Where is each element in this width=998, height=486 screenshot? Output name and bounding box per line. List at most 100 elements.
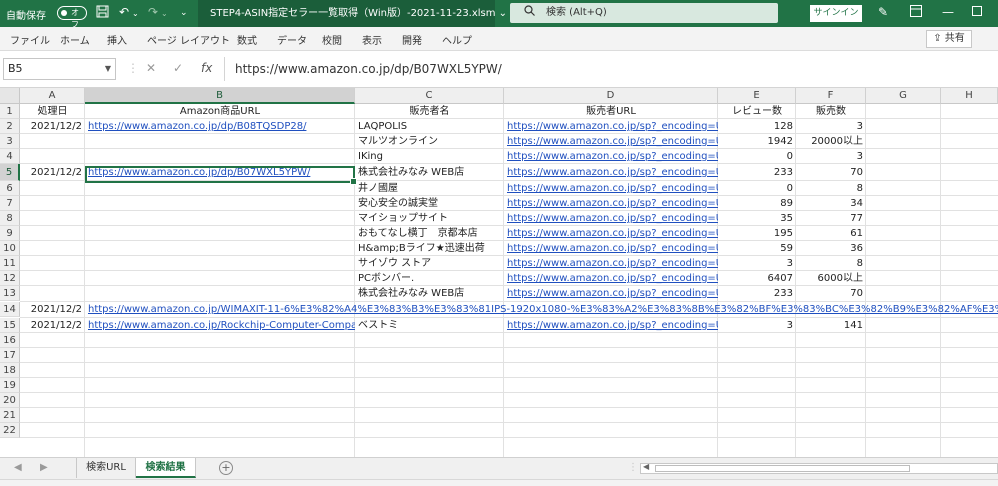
minimize-icon[interactable]: — <box>942 5 954 19</box>
cell-d7[interactable]: https://www.amazon.co.jp/sp?_encoding=UT… <box>504 196 718 211</box>
cell-c10[interactable]: H&amp;Bライフ★迅速出荷 <box>355 241 504 256</box>
customize-toolbar-icon[interactable]: ⌄ <box>180 8 188 18</box>
horizontal-scrollbar[interactable]: ◀ <box>640 462 998 474</box>
scroll-left-icon[interactable]: ◀ <box>643 462 649 471</box>
cell-e3[interactable]: 1942 <box>718 134 796 149</box>
cell-f13[interactable]: 70 <box>796 286 866 301</box>
cell-c4[interactable]: IKing <box>355 149 504 164</box>
cell-e1[interactable]: レビュー数 <box>718 104 796 119</box>
scrollbar-thumb[interactable] <box>655 465 910 472</box>
row-header[interactable]: 10 <box>0 241 20 256</box>
name-box[interactable]: B5 ▼ <box>3 58 116 80</box>
row-header[interactable]: 11 <box>0 256 20 271</box>
document-title[interactable]: STEP4-ASIN指定セラー一覧取得（Win版）-2021-11-23.xls… <box>198 0 507 27</box>
cell-a14[interactable]: 2021/12/2 <box>20 302 85 317</box>
column-header-d[interactable]: D <box>504 88 718 104</box>
cell-a1[interactable]: 処理日 <box>20 104 85 119</box>
cell-e9[interactable]: 195 <box>718 226 796 241</box>
cell-d10[interactable]: https://www.amazon.co.jp/sp?_encoding=UT… <box>504 241 718 256</box>
cell-f15[interactable]: 141 <box>796 318 866 333</box>
cancel-icon[interactable]: ✕ <box>146 61 156 75</box>
row-header[interactable]: 15 <box>0 318 20 333</box>
cell-d11[interactable]: https://www.amazon.co.jp/sp?_encoding=UT… <box>504 256 718 271</box>
cell-f9[interactable]: 61 <box>796 226 866 241</box>
cell-f8[interactable]: 77 <box>796 211 866 226</box>
cell-f1[interactable]: 販売数 <box>796 104 866 119</box>
cell-e5[interactable]: 233 <box>718 165 796 180</box>
column-header-c[interactable]: C <box>355 88 504 104</box>
row-header-selected[interactable]: 5 <box>0 164 20 181</box>
row-header[interactable]: 19 <box>0 378 20 393</box>
row-header[interactable]: 22 <box>0 423 20 438</box>
cell-e15[interactable]: 3 <box>718 318 796 333</box>
tab-insert[interactable]: 挿入 <box>107 32 127 47</box>
cell-d9[interactable]: https://www.amazon.co.jp/sp?_encoding=UT… <box>504 226 718 241</box>
cell-f12[interactable]: 6000以上 <box>796 271 866 286</box>
name-box-dropdown-icon[interactable]: ▼ <box>105 59 111 79</box>
cell-c8[interactable]: マイショップサイト <box>355 211 504 226</box>
formula-input[interactable]: https://www.amazon.co.jp/dp/B07WXL5YPW/ <box>224 57 998 81</box>
tab-file[interactable]: ファイル <box>10 32 50 47</box>
cell-a15[interactable]: 2021/12/2 <box>20 318 85 333</box>
column-header-a[interactable]: A <box>20 88 85 104</box>
save-icon[interactable] <box>96 5 109 21</box>
row-header[interactable]: 16 <box>0 333 20 348</box>
cell-c3[interactable]: マルツオンライン <box>355 134 504 149</box>
row-header[interactable]: 9 <box>0 226 20 241</box>
enter-icon[interactable]: ✓ <box>173 61 183 75</box>
row-header[interactable]: 2 <box>0 119 20 134</box>
cell-d4[interactable]: https://www.amazon.co.jp/sp?_encoding=UT… <box>504 149 718 164</box>
signin-button[interactable]: サインイン <box>810 5 862 22</box>
cell-d2[interactable]: https://www.amazon.co.jp/sp?_encoding=UT… <box>504 119 718 134</box>
cell-e4[interactable]: 0 <box>718 149 796 164</box>
cell-e11[interactable]: 3 <box>718 256 796 271</box>
cell-b1[interactable]: Amazon商品URL <box>85 104 355 119</box>
spreadsheet-grid[interactable]: A B C D E F G H 1 2 3 4 5 6 7 8 9 10 11 … <box>0 88 998 457</box>
search-input[interactable]: 検索 (Alt+Q) <box>510 3 778 23</box>
cell-e6[interactable]: 0 <box>718 181 796 196</box>
cell-b15[interactable]: https://www.amazon.co.jp/Rockchip-Comput… <box>85 318 355 333</box>
sheet-tab-search-url[interactable]: 検索URL <box>76 458 136 478</box>
row-header[interactable]: 20 <box>0 393 20 408</box>
row-header[interactable]: 6 <box>0 181 20 196</box>
cell-f7[interactable]: 34 <box>796 196 866 211</box>
cell-f2[interactable]: 3 <box>796 119 866 134</box>
share-button[interactable]: ⇪ 共有 <box>926 30 972 48</box>
cell-b2[interactable]: https://www.amazon.co.jp/dp/B08TQSDP28/ <box>85 119 355 134</box>
autosave-toggle[interactable]: オフ <box>57 6 87 29</box>
cell-a5[interactable]: 2021/12/2 <box>20 165 85 180</box>
cell-d5[interactable]: https://www.amazon.co.jp/sp?_encoding=UT… <box>504 165 718 180</box>
tab-view[interactable]: 表示 <box>362 32 382 47</box>
add-sheet-icon[interactable]: + <box>219 461 233 475</box>
undo-dropdown-icon[interactable]: ⌄ <box>132 9 139 18</box>
cell-f11[interactable]: 8 <box>796 256 866 271</box>
cell-c6[interactable]: 井ノ國屋 <box>355 181 504 196</box>
column-header-h[interactable]: H <box>941 88 998 104</box>
column-header-e[interactable]: E <box>718 88 796 104</box>
select-all-corner[interactable] <box>0 88 20 104</box>
cell-c13[interactable]: 株式会社みなみ WEB店 <box>355 286 504 301</box>
row-header[interactable]: 8 <box>0 211 20 226</box>
insert-function-icon[interactable]: fx <box>201 61 212 75</box>
row-header[interactable]: 7 <box>0 196 20 211</box>
row-header[interactable]: 12 <box>0 271 20 286</box>
pen-icon[interactable]: ✎ <box>878 5 888 19</box>
column-header-f[interactable]: F <box>796 88 866 104</box>
row-header[interactable]: 18 <box>0 363 20 378</box>
column-header-g[interactable]: G <box>866 88 941 104</box>
cell-e13[interactable]: 233 <box>718 286 796 301</box>
cell-e8[interactable]: 35 <box>718 211 796 226</box>
ribbon-display-icon[interactable] <box>910 5 922 20</box>
scroll-tabs-right-icon[interactable]: ▶ <box>40 462 48 473</box>
cell-c2[interactable]: LAQPOLIS <box>355 119 504 134</box>
cell-c15[interactable]: ベストミ <box>355 318 504 333</box>
cell-d1[interactable]: 販売者URL <box>504 104 718 119</box>
cell-d12[interactable]: https://www.amazon.co.jp/sp?_encoding=UT… <box>504 271 718 286</box>
cell-c9[interactable]: おもてなし横丁 京都本店 <box>355 226 504 241</box>
cell-f10[interactable]: 36 <box>796 241 866 256</box>
cell-f3[interactable]: 20000以上 <box>796 134 866 149</box>
cell-d8[interactable]: https://www.amazon.co.jp/sp?_encoding=UT… <box>504 211 718 226</box>
cell-f6[interactable]: 8 <box>796 181 866 196</box>
tab-data[interactable]: データ <box>277 32 307 47</box>
sheet-tab-search-results[interactable]: 検索結果 <box>136 458 196 478</box>
